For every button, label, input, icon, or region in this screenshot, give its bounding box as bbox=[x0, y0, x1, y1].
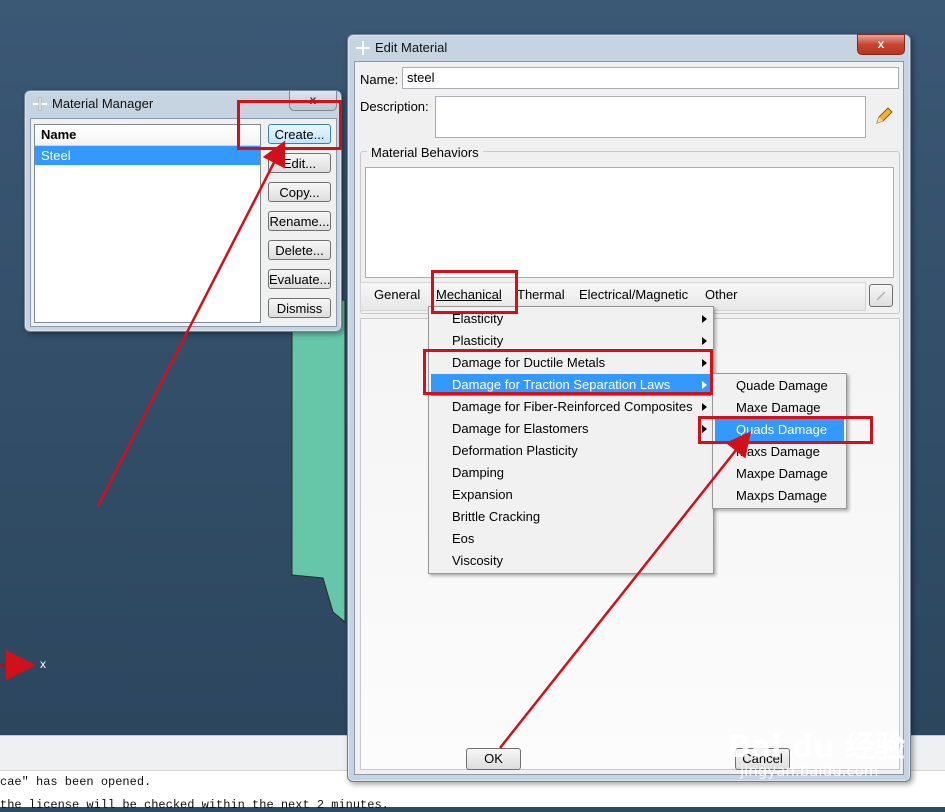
mechanical-menu-item[interactable]: Deformation Plasticity bbox=[431, 440, 711, 462]
mechanical-menu-item-label: Damage for Fiber-Reinforced Composites bbox=[452, 399, 693, 414]
list-item[interactable]: Steel bbox=[35, 146, 260, 165]
delete-icon bbox=[876, 291, 886, 301]
window-title: Material Manager bbox=[52, 96, 154, 111]
material-list[interactable]: Name Steel bbox=[34, 124, 261, 323]
submenu-arrow-icon bbox=[702, 403, 707, 411]
abaqus-icon bbox=[33, 97, 47, 111]
damage-submenu-item[interactable]: Maxs Damage bbox=[715, 441, 844, 463]
menu-general[interactable]: General bbox=[374, 287, 420, 302]
mechanical-menu-item[interactable]: Brittle Cracking bbox=[431, 506, 711, 528]
behaviors-list[interactable] bbox=[365, 167, 894, 278]
submenu-arrow-icon bbox=[702, 337, 707, 345]
edit-pencil-icon[interactable] bbox=[873, 105, 895, 127]
description-label: Description: bbox=[360, 99, 429, 114]
mechanical-menu-item[interactable]: Damage for Fiber-Reinforced Composites bbox=[431, 396, 711, 418]
mechanical-menu-item[interactable]: Expansion bbox=[431, 484, 711, 506]
mechanical-menu-item[interactable]: Damping bbox=[431, 462, 711, 484]
delete-button[interactable]: Delete... bbox=[268, 240, 331, 260]
dismiss-button[interactable]: Dismiss bbox=[268, 298, 331, 318]
damage-submenu-item-label: Maxe Damage bbox=[736, 400, 821, 415]
description-input[interactable] bbox=[435, 96, 866, 138]
annotation-box bbox=[431, 270, 518, 314]
axis-marker: x bbox=[40, 657, 46, 671]
mechanical-menu-item[interactable]: Damage for Elastomers bbox=[431, 418, 711, 440]
mechanical-menu-item-label: Damage for Elastomers bbox=[452, 421, 589, 436]
watermark-url: jingyan.baidu.com bbox=[740, 762, 879, 780]
damage-submenu-item-label: Quade Damage bbox=[736, 378, 828, 393]
console-line: cae" has been opened. bbox=[0, 775, 152, 789]
mechanical-menu-item-label: Damping bbox=[452, 465, 505, 480]
mechanical-menu-item-label: Deformation Plasticity bbox=[452, 443, 578, 458]
damage-submenu-item-label: Maxps Damage bbox=[736, 488, 828, 503]
mechanical-menu: Elasticity Plasticity Damage for Ductile M… bbox=[428, 306, 714, 574]
window-title: Edit Material bbox=[375, 40, 448, 55]
annotation-box bbox=[423, 349, 713, 395]
copy-button[interactable]: Copy... bbox=[268, 182, 331, 202]
material-behaviors-label: Material Behaviors bbox=[367, 145, 483, 160]
name-label: Name: bbox=[360, 72, 399, 87]
ok-button[interactable]: OK bbox=[466, 748, 521, 770]
mechanical-menu-item[interactable]: Viscosity bbox=[431, 550, 711, 572]
mechanical-menu-item[interactable]: Eos bbox=[431, 528, 711, 550]
menu-other[interactable]: Other bbox=[705, 287, 738, 302]
close-button[interactable]: x bbox=[857, 34, 905, 55]
name-input[interactable]: steel bbox=[402, 67, 899, 89]
annotation-box bbox=[698, 416, 873, 444]
console-line: the license will be checked within the n… bbox=[0, 798, 389, 812]
damage-submenu-item-label: Maxs Damage bbox=[736, 444, 820, 459]
edit-button[interactable]: Edit... bbox=[268, 153, 331, 173]
abaqus-icon bbox=[356, 41, 370, 55]
damage-submenu-item[interactable]: Maxpe Damage bbox=[715, 463, 844, 485]
delete-behavior-button[interactable] bbox=[869, 284, 893, 307]
damage-submenu-item[interactable]: Maxps Damage bbox=[715, 485, 844, 507]
damage-submenu-item[interactable]: Quade Damage bbox=[715, 375, 844, 397]
mechanical-menu-item-label: Viscosity bbox=[452, 553, 504, 568]
annotation-box bbox=[237, 100, 342, 150]
mechanical-menu-item-label: Brittle Cracking bbox=[452, 509, 541, 524]
titlebar[interactable]: Edit Material x bbox=[348, 34, 910, 61]
menu-electrical-magnetic[interactable]: Electrical/Magnetic bbox=[579, 287, 688, 302]
rename-button[interactable]: Rename... bbox=[268, 211, 331, 231]
evaluate-button[interactable]: Evaluate... bbox=[268, 269, 331, 289]
list-header: Name bbox=[35, 125, 260, 146]
submenu-arrow-icon bbox=[702, 315, 707, 323]
watermark-logo: Bai du 经验 bbox=[728, 730, 906, 765]
mechanical-menu-item-label: Expansion bbox=[452, 487, 513, 502]
damage-submenu-item-label: Maxpe Damage bbox=[736, 466, 828, 481]
mechanical-menu-item-label: Plasticity bbox=[452, 333, 504, 348]
part-shape bbox=[291, 299, 346, 624]
mechanical-menu-item-label: Eos bbox=[452, 531, 475, 546]
menu-thermal[interactable]: Thermal bbox=[517, 287, 565, 302]
